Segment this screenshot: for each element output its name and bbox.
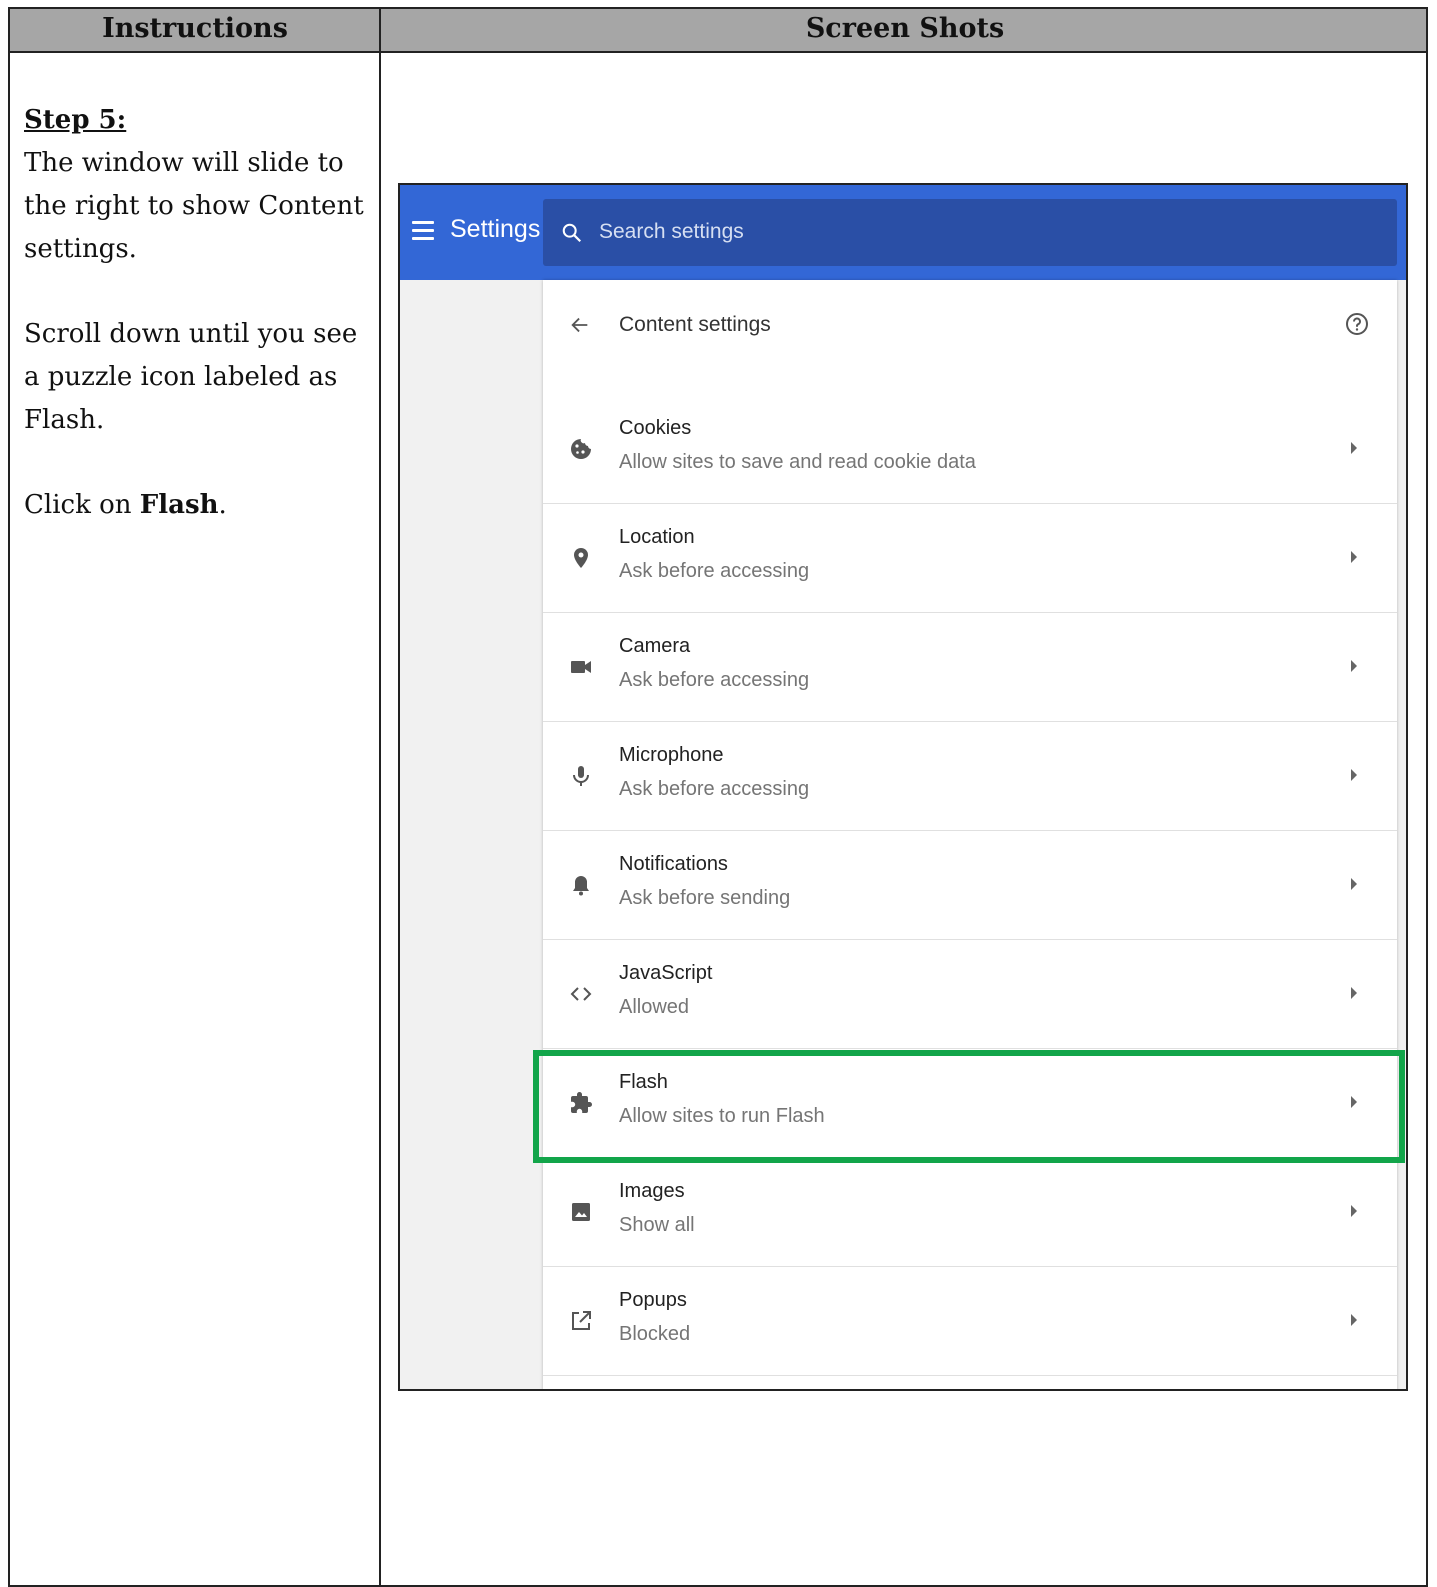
microphone-icon [573,766,589,786]
chevron-right-icon [1351,987,1357,999]
item-label: Flash [619,1071,668,1093]
bell-icon [573,876,589,896]
search-box[interactable] [543,199,1397,266]
item-label: Cookies [619,417,692,439]
item-label: Images [619,1180,685,1202]
table-header: Instructions Screen Shots [10,9,1426,53]
instruction-paragraph-1: The window will slide to the right to sh… [24,148,364,264]
chevron-right-icon [1351,551,1357,563]
instruction-click-prefix: Click on [24,490,140,520]
item-sublabel: Ask before accessing [619,778,810,800]
item-label: Microphone [619,744,724,766]
chevron-right-icon [1351,878,1357,890]
hamburger-menu-icon[interactable] [412,221,434,241]
list-item-location[interactable]: Location Ask before accessing [543,504,1397,613]
chevron-right-icon [1351,1205,1357,1217]
content-settings-header: Content settings [543,280,1397,380]
header-screenshots: Screen Shots [805,13,1005,44]
list-item-javascript[interactable]: JavaScript Allowed [543,940,1397,1049]
item-sublabel: Allow sites to save and read cookie data [619,451,976,473]
instructions-cell: Step 5: The window will slide to the rig… [24,99,369,527]
search-icon [562,223,582,243]
instruction-period: . [218,490,227,520]
puzzle-icon [571,1092,592,1113]
list-item-images[interactable]: Images Show all [543,1158,1397,1267]
instruction-flash-bold: Flash [139,490,219,520]
instruction-paragraph-2: Scroll down until you see a puzzle icon … [24,319,358,435]
instruction-paragraph-3: Click on Flash. [24,484,369,527]
location-pin-icon [574,548,588,568]
cookie-icon [571,439,591,459]
item-sublabel: Ask before accessing [619,560,810,582]
settings-screenshot: Settings Content settings Cookies Allow … [398,183,1408,1391]
chevron-right-icon [1351,660,1357,672]
list-item-notifications[interactable]: Notifications Ask before sending [543,831,1397,940]
chevron-right-icon [1351,769,1357,781]
item-label: Camera [619,635,691,657]
page-title: Content settings [619,313,771,336]
image-icon [572,1203,590,1221]
item-label: JavaScript [619,962,713,984]
search-input[interactable] [599,217,1299,247]
item-sublabel: Show all [619,1214,695,1236]
item-label: Location [619,526,695,548]
popup-icon [572,1311,591,1330]
list-item-camera[interactable]: Camera Ask before accessing [543,613,1397,722]
item-sublabel: Blocked [619,1323,691,1345]
item-sublabel: Ask before accessing [619,669,810,691]
help-icon[interactable] [1345,312,1369,336]
settings-toolbar: Settings [400,185,1406,280]
list-item-cookies[interactable]: Cookies Allow sites to save and read coo… [543,395,1397,504]
item-label: Notifications [619,853,728,875]
list-item-popups[interactable]: Popups Blocked [543,1267,1397,1376]
header-instructions: Instructions [102,13,288,44]
chevron-right-icon [1351,1314,1357,1326]
code-icon [570,987,592,1001]
item-sublabel: Ask before sending [619,887,791,909]
list-item-microphone[interactable]: Microphone Ask before accessing [543,722,1397,831]
camera-icon [571,661,591,673]
item-sublabel: Allowed [619,996,690,1018]
back-arrow-icon[interactable] [569,314,591,336]
list-item-flash[interactable]: Flash Allow sites to run Flash [543,1049,1397,1158]
chevron-right-icon [1351,1096,1357,1108]
item-label: Popups [619,1289,687,1311]
item-sublabel: Allow sites to run Flash [619,1105,825,1127]
column-divider [379,9,381,1585]
content-settings-panel: Content settings Cookies Allow sites to … [543,280,1397,1389]
settings-title: Settings [450,215,541,243]
step-title: Step 5: [24,105,127,135]
chevron-right-icon [1351,442,1357,454]
